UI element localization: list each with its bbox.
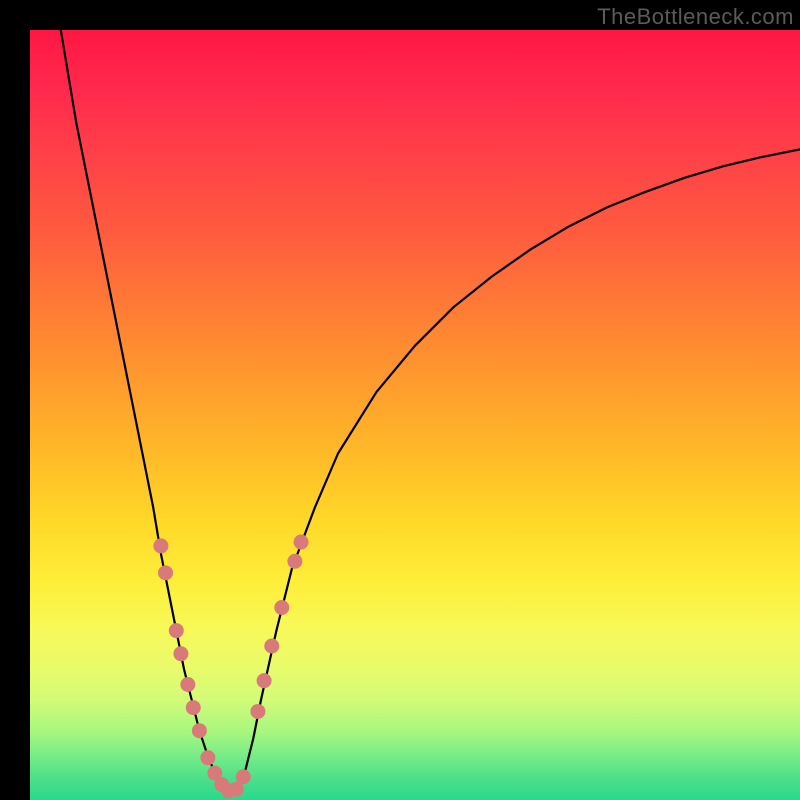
curve-right-branch — [230, 149, 800, 792]
bead-marker — [180, 677, 195, 692]
beads-group — [153, 535, 308, 799]
curve-left-branch — [61, 30, 230, 792]
bead-marker — [153, 538, 168, 553]
bead-marker — [264, 639, 279, 654]
bead-marker — [192, 723, 207, 738]
bead-marker — [287, 554, 302, 569]
bead-marker — [173, 646, 188, 661]
plot-area — [30, 30, 800, 800]
bead-marker — [169, 623, 184, 638]
bead-marker — [250, 704, 265, 719]
bead-marker — [186, 700, 201, 715]
bead-marker — [257, 673, 272, 688]
chart-frame: TheBottleneck.com — [0, 0, 800, 800]
bead-marker — [236, 769, 251, 784]
chart-svg — [30, 30, 800, 800]
watermark-text: TheBottleneck.com — [597, 4, 794, 30]
bead-marker — [294, 535, 309, 550]
bead-marker — [274, 600, 289, 615]
bead-marker — [158, 565, 173, 580]
bead-marker — [200, 750, 215, 765]
